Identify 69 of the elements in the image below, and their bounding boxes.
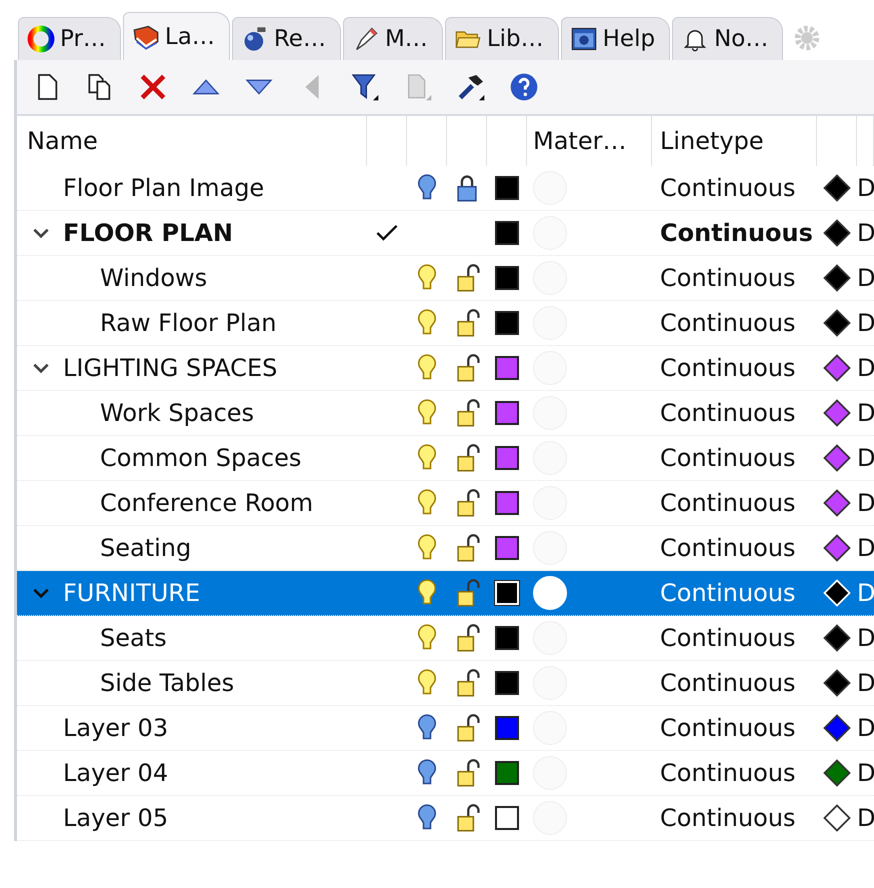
layer-name: Work Spaces	[100, 399, 254, 427]
layer-name: FLOOR PLAN	[63, 219, 234, 247]
column-header[interactable]: Linetype	[652, 116, 817, 166]
layer-row[interactable]: FLOOR PLAN Continuous D	[17, 211, 874, 256]
layer-name: Layer 05	[63, 804, 168, 832]
layer-row[interactable]: Floor Plan Image Continuous D	[17, 166, 874, 211]
layer-row[interactable]: Side Tables Continuous D	[17, 661, 874, 706]
table-cell: D	[857, 714, 874, 742]
layer-name: Side Tables	[100, 669, 234, 697]
linetype-label[interactable]: Continuous	[660, 219, 813, 247]
layer-name: Windows	[100, 264, 208, 292]
linetype-label[interactable]: Continuous	[660, 264, 796, 292]
linetype-label[interactable]: Continuous	[660, 489, 796, 517]
table-cell: D	[857, 489, 874, 517]
layer-row[interactable]: Common Spaces Continuous D	[17, 436, 874, 481]
table-cell: D	[857, 669, 874, 697]
table-cell: D	[857, 579, 874, 607]
linetype-label[interactable]: Continuous	[660, 804, 796, 832]
linetype-label[interactable]: Continuous	[660, 759, 796, 787]
table-cell: D	[857, 174, 874, 202]
layer-name: Common Spaces	[100, 444, 302, 472]
panel-tab[interactable]: Help	[560, 17, 670, 60]
layer-row[interactable]: FURNITURE Continuous D	[17, 571, 874, 616]
layer-row[interactable]: Layer 04 Continuous D	[17, 751, 874, 796]
linetype-label[interactable]: Continuous	[660, 444, 796, 472]
table-cell: D	[857, 354, 874, 382]
table-cell: D	[857, 804, 874, 832]
layer-name: Conference Room	[100, 489, 314, 517]
table-cell: D	[857, 759, 874, 787]
panel-tab[interactable]: Lib…	[444, 17, 559, 60]
panel-tab[interactable]: Pr…	[18, 17, 121, 60]
table-cell: D	[857, 444, 874, 472]
layer-name: Floor Plan Image	[63, 174, 264, 202]
linetype-label[interactable]: Continuous	[660, 714, 796, 742]
table-cell: D	[857, 309, 874, 337]
layer-row[interactable]: Seats Continuous D	[17, 616, 874, 661]
table-cell: D	[857, 399, 874, 427]
linetype-label[interactable]: Continuous	[660, 399, 796, 427]
column-header[interactable]: Mater…	[527, 116, 652, 166]
panel-tab[interactable]: No…	[672, 17, 784, 60]
table-cell: D	[857, 624, 874, 652]
linetype-label[interactable]: Continuous	[660, 174, 796, 202]
layer-name: FURNITURE	[63, 579, 200, 607]
panel-tab[interactable]: Re…	[232, 17, 341, 60]
layer-name: LIGHTING SPACES	[63, 354, 278, 382]
layer-row[interactable]: LIGHTING SPACES Continuous D	[17, 346, 874, 391]
layer-name: Seats	[100, 624, 167, 652]
layer-row[interactable]: Raw Floor Plan Continuous D	[17, 301, 874, 346]
column-header[interactable]: Name	[17, 116, 367, 166]
layer-name: Seating	[100, 534, 192, 562]
linetype-label[interactable]: Continuous	[660, 309, 796, 337]
table-cell: D	[857, 534, 874, 562]
layer-name: Raw Floor Plan	[100, 309, 277, 337]
layer-row[interactable]: Layer 05 Continuous D	[17, 796, 874, 841]
layer-name: Layer 04	[63, 759, 168, 787]
panel-tab[interactable]: M…	[342, 17, 443, 60]
linetype-label[interactable]: Continuous	[660, 624, 796, 652]
layer-row[interactable]: Work Spaces Continuous D	[17, 391, 874, 436]
layer-row[interactable]: Windows Continuous D	[17, 256, 874, 301]
linetype-label[interactable]: Continuous	[660, 534, 796, 562]
table-cell: D	[857, 219, 874, 247]
table-cell: D	[857, 264, 874, 292]
linetype-label[interactable]: Continuous	[660, 579, 796, 607]
layer-row[interactable]: Layer 03 Continuous D	[17, 706, 874, 751]
panel-tab[interactable]: La…	[122, 12, 230, 60]
linetype-label[interactable]: Continuous	[660, 354, 796, 382]
linetype-label[interactable]: Continuous	[660, 669, 796, 697]
layer-row[interactable]: Conference Room Continuous D	[17, 481, 874, 526]
layer-name: Layer 03	[63, 714, 168, 742]
